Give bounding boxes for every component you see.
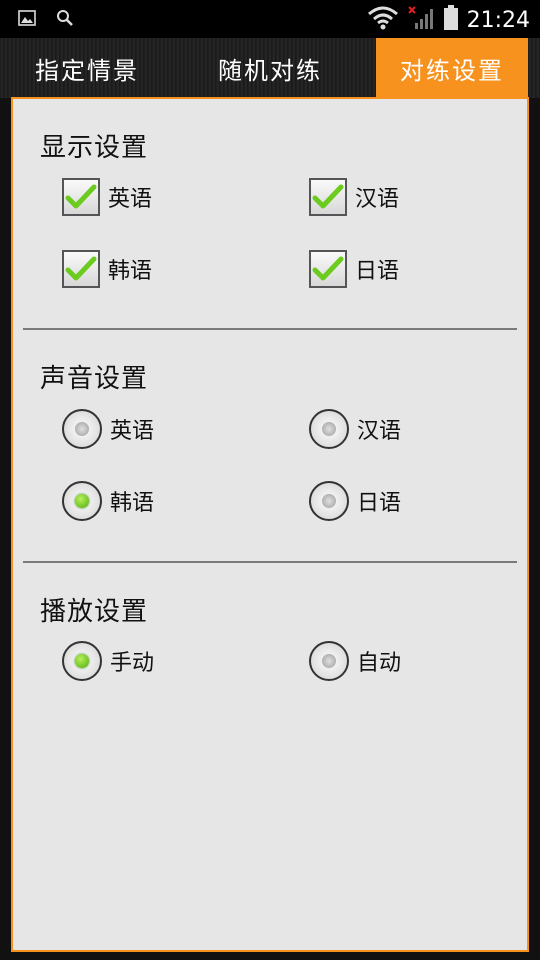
settings-panel: 显示设置 英语 汉语 韩语 日语 声音设置 英语 汉语 韩语 日语 播放设置 手… <box>11 97 529 952</box>
checkbox[interactable] <box>62 250 100 288</box>
radio-button[interactable] <box>62 409 102 449</box>
checkmark-icon <box>65 184 97 209</box>
gallery-icon <box>18 10 36 30</box>
divider <box>23 561 517 563</box>
display-option-korean[interactable]: 韩语 <box>62 250 152 288</box>
option-label: 汉语 <box>357 419 402 444</box>
checkbox[interactable] <box>62 178 100 216</box>
tab-practice-settings[interactable]: 对练设置 <box>376 38 528 98</box>
option-label: 汉语 <box>355 187 400 212</box>
sound-option-japanese[interactable]: 日语 <box>309 481 401 521</box>
option-label: 英语 <box>110 419 155 444</box>
radio-button[interactable] <box>309 641 349 681</box>
radio-button[interactable] <box>62 641 102 681</box>
signal-icon <box>407 5 435 35</box>
option-label: 自动 <box>357 651 402 676</box>
clock: 21:24 <box>466 7 530 33</box>
radio-button[interactable] <box>309 409 349 449</box>
tab-bar: 指定情景 随机对练 对练设置 <box>0 38 540 98</box>
display-option-english[interactable]: 英语 <box>62 178 152 216</box>
checkbox[interactable] <box>309 178 347 216</box>
radio-button[interactable] <box>62 481 102 521</box>
checkmark-icon <box>312 184 344 209</box>
status-bar: 21:24 <box>0 0 540 38</box>
option-label: 日语 <box>357 491 402 516</box>
sound-option-english[interactable]: 英语 <box>62 409 154 449</box>
checkmark-icon <box>65 256 97 281</box>
radio-button[interactable] <box>309 481 349 521</box>
option-label: 韩语 <box>110 491 155 516</box>
wifi-icon <box>367 5 399 35</box>
tab-specified-scene[interactable]: 指定情景 <box>0 38 174 98</box>
checkbox[interactable] <box>309 250 347 288</box>
display-option-japanese[interactable]: 日语 <box>309 250 399 288</box>
playback-option-manual[interactable]: 手动 <box>62 641 154 681</box>
sound-option-korean[interactable]: 韩语 <box>62 481 154 521</box>
display-settings-title: 显示设置 <box>40 133 149 163</box>
checkmark-icon <box>312 256 344 281</box>
option-label: 英语 <box>108 187 153 212</box>
battery-icon <box>443 5 459 35</box>
sound-settings-title: 声音设置 <box>40 364 149 394</box>
playback-option-auto[interactable]: 自动 <box>309 641 401 681</box>
tab-random-practice[interactable]: 随机对练 <box>180 38 360 98</box>
option-label: 韩语 <box>108 259 153 284</box>
option-label: 日语 <box>355 259 400 284</box>
search-icon <box>56 9 74 31</box>
divider <box>23 328 517 330</box>
sound-option-chinese[interactable]: 汉语 <box>309 409 401 449</box>
display-option-chinese[interactable]: 汉语 <box>309 178 399 216</box>
playback-settings-title: 播放设置 <box>40 597 149 627</box>
option-label: 手动 <box>110 651 155 676</box>
